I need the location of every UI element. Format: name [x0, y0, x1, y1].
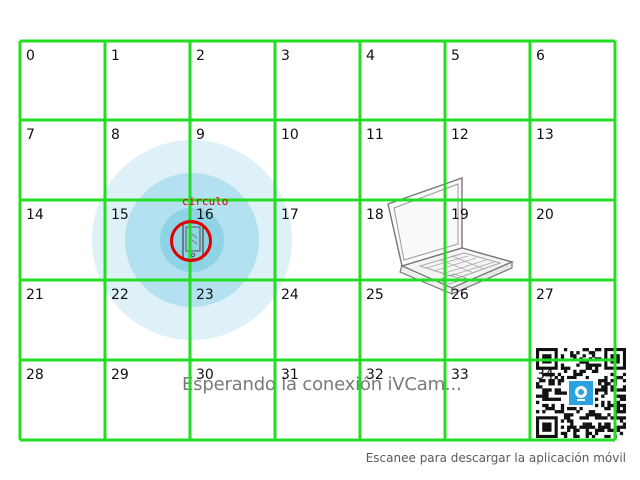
grid-cell-label: 12	[451, 127, 469, 143]
ivcam-window: Esperando la conexión iVCam... Escanee p…	[0, 0, 640, 480]
grid-cell-label: 23	[196, 287, 214, 303]
grid-cell-label: 14	[26, 207, 44, 223]
grid-cell-label: 26	[451, 287, 469, 303]
grid-cell-label: 22	[111, 287, 129, 303]
grid-cell-label: 25	[366, 287, 384, 303]
grid-cell-label: 18	[366, 207, 384, 223]
grid-cell-label: 29	[111, 367, 129, 383]
grid-cell-label: 2	[196, 48, 205, 64]
grid-cell-label: 31	[281, 367, 299, 383]
grid-cell-label: 28	[26, 367, 44, 383]
grid-cell-label: 33	[451, 367, 469, 383]
grid-cell-label: 6	[536, 48, 545, 64]
grid-cell-label: 1	[111, 48, 120, 64]
grid-cell-label: 24	[281, 287, 299, 303]
grid-cell-label: 32	[366, 367, 384, 383]
grid-cell-label: 19	[451, 207, 469, 223]
grid-cell-label: 9	[196, 127, 205, 143]
grid-cell-label: 7	[26, 127, 35, 143]
qr-code-icon[interactable]	[536, 348, 626, 438]
connection-status-text: Esperando la conexión iVCam...	[182, 374, 462, 395]
grid-cell-label: 10	[281, 127, 299, 143]
grid-cell-label: 15	[111, 207, 129, 223]
grid-cell-label: 34	[536, 367, 554, 383]
grid-cell-label: 3	[281, 48, 290, 64]
grid-cell-label: 5	[451, 48, 460, 64]
qr-caption: Escanee para descargar la aplicación móv…	[365, 451, 626, 465]
annotation-circle	[170, 220, 212, 262]
grid-cell-label: 4	[366, 48, 375, 64]
grid-cell-label: 11	[366, 127, 384, 143]
grid-cell-label: 20	[536, 207, 554, 223]
grid-cell-label: 13	[536, 127, 554, 143]
laptop-icon	[387, 177, 515, 295]
grid-cell-label: 27	[536, 287, 554, 303]
grid-cell-label: 0	[26, 48, 35, 64]
grid-cell-label: 21	[26, 287, 44, 303]
grid-cell-label: 8	[111, 127, 120, 143]
grid-cell-label: 30	[196, 367, 214, 383]
grid-cell-label: 17	[281, 207, 299, 223]
annotation-label: circulo	[182, 195, 229, 208]
grid-cell-label: 16	[196, 207, 214, 223]
